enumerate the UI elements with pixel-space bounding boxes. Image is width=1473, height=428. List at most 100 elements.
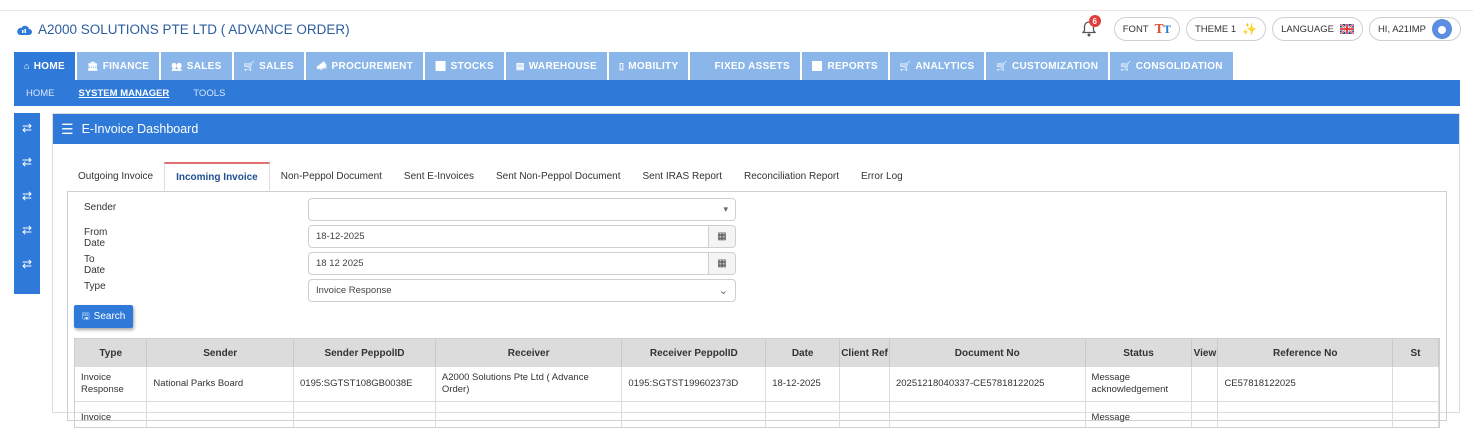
nav-item-home[interactable]: ⌂ HOME [14,52,75,80]
users-icon: 👥 [171,60,183,71]
from-date-label: From Date [84,227,108,249]
font-selector[interactable]: FONT TT [1113,17,1180,41]
panel-title: E-Invoice Dashboard [81,122,199,136]
column-header[interactable]: Client Ref [839,339,890,367]
swap-icon[interactable]: ⇄ [22,223,32,238]
table-cell [765,401,841,427]
table-cell: CE57818122025 [1217,367,1394,402]
results-table: Type Sender Sender PeppolID Receiver Receive… [74,338,1440,428]
table-cell [889,401,1086,427]
column-header[interactable]: Sender PeppolID [293,339,436,367]
column-header[interactable]: Sender [146,339,294,367]
column-header[interactable]: Date [765,339,841,367]
table-cell [1191,401,1219,427]
table-cell: 18-12-2025 [765,367,841,402]
column-header[interactable]: View [1191,339,1219,367]
tab-outgoing-invoice[interactable]: Outgoing Invoice [67,162,164,191]
table-cell: A2000 Solutions Pte Ltd ( Advance Order) [435,367,623,402]
caret-down-icon: ▾ [723,204,728,214]
invoice-tabs: Outgoing Invoice Incoming Invoice Non-Pe… [67,162,914,191]
swap-icon[interactable]: ⇄ [22,257,32,272]
nav-item-label: FIXED ASSETS [714,60,790,72]
table-row[interactable]: Invoice Response National Parks Board 0195… [75,367,1439,402]
bank-icon: 🏛 [86,60,99,71]
nav-item-reports[interactable]: 📊 REPORTS [801,52,888,80]
hamburger-menu-icon[interactable]: ☰ [61,121,74,138]
subnav-system-manager[interactable]: SYSTEM MANAGER [79,88,170,99]
top-bar: A2000 SOLUTIONS PTE LTD ( ADVANCE ORDER)… [0,10,1473,48]
search-button[interactable]: 🖫 Search [74,305,134,328]
type-select[interactable]: Invoice Response ⌄ [308,279,736,302]
calendar-icon[interactable]: ▦ [708,253,735,274]
tab-reconciliation-report[interactable]: Reconciliation Report [733,162,850,191]
nav-item-finance[interactable]: 🏛 FINANCE [76,52,160,80]
table-cell [621,401,767,427]
table-cell: 0195:SGTST108GB0038E [293,367,436,402]
from-date-input[interactable]: 18-12-2025 ▦ [308,225,736,248]
nav-item-label: SALES [186,60,222,72]
tab-incoming-invoice[interactable]: Incoming Invoice [164,162,270,191]
nav-item-label: HOME [33,60,65,72]
nav-item-sales[interactable]: 🛒 SALES [233,52,304,80]
table-row[interactable]: Invoice Message [75,401,1439,427]
nav-item-warehouse[interactable]: ▤ WAREHOUSE [505,52,607,80]
tab-non-peppol-document[interactable]: Non-Peppol Document [270,162,393,191]
table-cell [293,401,436,427]
column-header[interactable]: Status [1085,339,1193,367]
nav-item-sales[interactable]: 👥 SALES [161,52,232,80]
nav-item-label: SALES [259,60,294,72]
sender-select[interactable]: ▾ [308,198,736,221]
table-cell: 0195:SGTST199602373D [621,367,767,402]
nav-item-procurement[interactable]: 📣 PROCUREMENT [305,52,424,80]
nav-item-customization[interactable]: 🛒 CUSTOMIZATION [986,52,1109,80]
column-header[interactable]: Document No [889,339,1086,367]
nav-item-label: REPORTS [827,60,878,72]
nav-item-stocks[interactable]: 📊 STOCKS [425,52,504,80]
theme-selector[interactable]: THEME 1 ✨ [1186,17,1267,41]
to-date-input[interactable]: 18 12 2025 ▦ [308,252,736,275]
cloud-logo-icon [17,25,32,35]
swap-icon[interactable]: ⇄ [22,189,32,204]
column-header[interactable]: Receiver PeppolID [621,339,767,367]
column-header[interactable]: Reference No [1217,339,1394,367]
archive-icon: ▤ [515,60,525,71]
subnav-tools[interactable]: TOOLS [193,88,225,99]
column-header[interactable]: Receiver [435,339,623,367]
user-avatar-icon [1432,19,1452,39]
column-header[interactable]: St [1392,339,1439,367]
subnav-home[interactable]: HOME [26,88,55,99]
table-cell: Message acknowledgement [1085,367,1193,402]
swap-icon[interactable]: ⇄ [22,155,32,170]
notification-bell[interactable]: 6 [1076,15,1102,41]
tab-sent-non-peppol-document[interactable]: Sent Non-Peppol Document [485,162,632,191]
left-sidebar: ⇄ ⇄ ⇄ ⇄ ⇄ [14,113,40,294]
nav-item-mobility[interactable]: ▯ MOBILITY [609,52,689,80]
nav-item-consolidation[interactable]: 🛒 CONSOLIDATION [1110,52,1233,80]
nav-item-fixed-assets[interactable]: FIXED ASSETS [690,52,800,80]
font-label: FONT [1122,23,1149,35]
tab-sent-e-invoices[interactable]: Sent E-Invoices [393,162,485,191]
font-size-icon: TT [1154,22,1171,36]
table-cell [839,401,890,427]
calendar-icon[interactable]: ▦ [708,226,735,247]
table-cell [1392,367,1439,402]
tab-error-log[interactable]: Error Log [850,162,914,191]
panel-header: ☰ E-Invoice Dashboard [53,114,1459,144]
tab-sent-iras-report[interactable]: Sent IRAS Report [632,162,733,191]
uk-flag-icon [1339,24,1354,34]
brand[interactable]: A2000 SOLUTIONS PTE LTD ( ADVANCE ORDER) [16,22,350,37]
nav-item-label: CONSOLIDATION [1135,60,1223,72]
user-menu[interactable]: HI, A21IMP [1368,17,1461,41]
mobile-icon: ▯ [619,60,625,71]
cart-icon: 🛒 [243,60,256,71]
column-header[interactable]: Type [75,339,148,367]
type-value: Invoice Response [316,285,392,296]
table-header-row: Type Sender Sender PeppolID Receiver Receive… [75,339,1439,367]
nav-item-analytics[interactable]: 🛒 ANALYTICS [889,52,985,80]
table-cell [1392,401,1439,427]
swap-icon[interactable]: ⇄ [22,121,32,136]
language-selector[interactable]: LANGUAGE [1272,17,1363,41]
megaphone-icon: 📣 [315,60,328,71]
to-date-value: 18 12 2025 [316,258,364,269]
nav-item-label: STOCKS [450,60,494,72]
